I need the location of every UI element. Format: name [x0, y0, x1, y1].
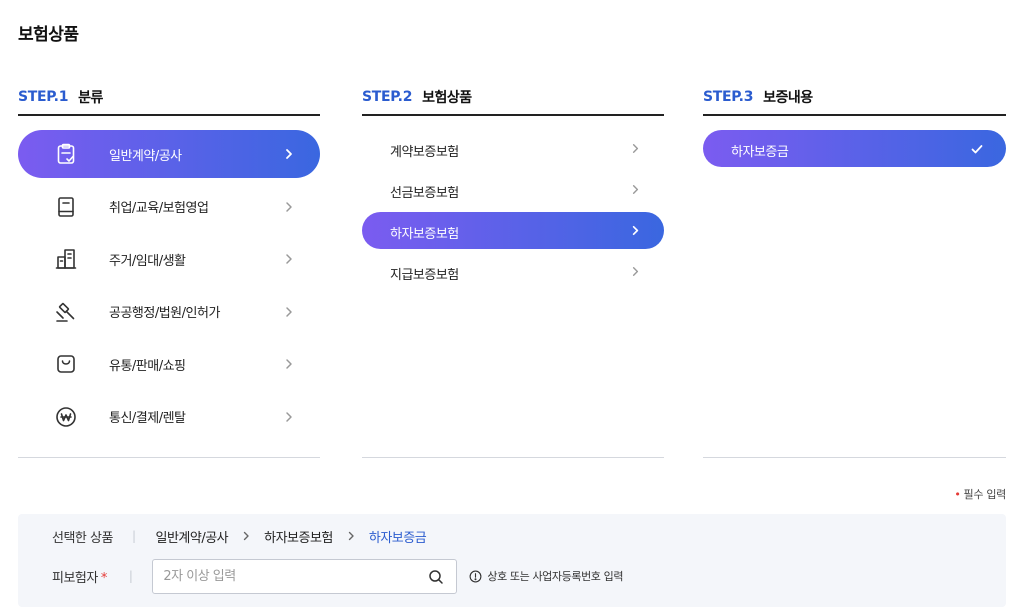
required-star: * — [100, 570, 108, 586]
step1-header: STEP.1 분류 — [18, 80, 320, 116]
insured-label: 피보험자 * — [52, 567, 107, 586]
insured-row: 피보험자* | 상호 또는 사업자등록번호 입력 — [52, 558, 623, 594]
insured-search-input[interactable] — [153, 559, 414, 593]
category-label: 취업/교육/보험영업 — [109, 201, 209, 216]
chevron-right-icon — [632, 144, 639, 153]
chevron-right-icon — [286, 359, 292, 369]
product-label: 하자보증보험 — [390, 227, 459, 242]
search-icon[interactable] — [428, 569, 444, 585]
chevron-right-icon — [286, 306, 292, 317]
check-icon — [971, 145, 983, 154]
breadcrumb-product: 하자보증보험 — [264, 530, 333, 546]
chevron-right-icon — [632, 225, 639, 236]
category-label: 주거/임대/생활 — [109, 253, 186, 269]
required-note: • 필수 입력 — [954, 486, 1006, 502]
product-list: 계약보증보험 선금보증보험 하자보증보험 지급보증보험 — [362, 130, 664, 290]
insured-hint: 상호 또는 사업자등록번호 입력 — [469, 568, 623, 584]
product-label: 선금보증보험 — [390, 186, 459, 201]
step-name: 보험상품 — [422, 90, 472, 106]
category-item-employment[interactable]: 취업/교육/보험영업 — [18, 183, 320, 231]
book-icon — [58, 196, 74, 217]
category-item-public-admin[interactable]: 공공행정/법원/인허가 — [18, 288, 320, 336]
coverage-label: 하자보증금 — [731, 145, 789, 160]
category-item-retail[interactable]: 유통/판매/쇼핑 — [18, 340, 320, 388]
category-label: 일반계약/공사 — [109, 148, 182, 164]
insured-label-text: 피보험자 — [52, 570, 98, 586]
step-number: STEP.1 — [18, 89, 69, 105]
category-label: 공공행정/법원/인허가 — [109, 306, 220, 321]
category-item-housing[interactable]: 주거/임대/생활 — [18, 235, 320, 283]
step3-column: STEP.3 보증내용 하자보증금 — [703, 80, 1006, 458]
breadcrumb-category: 일반계약/공사 — [155, 530, 229, 546]
selection-summary: 선택한 상품 | 일반계약/공사 하자보증보험 하자보증금 피보험자* | 상호… — [18, 514, 1006, 607]
breadcrumb-coverage: 하자보증금 — [368, 530, 427, 546]
step-number: STEP.3 — [703, 89, 754, 105]
chevron-right-icon — [286, 149, 292, 159]
step3-header: STEP.3 보증내용 — [703, 80, 1006, 116]
product-item-defect-bond[interactable]: 하자보증보험 — [362, 212, 664, 249]
page-title: 보험상품 — [18, 25, 79, 45]
category-list: 일반계약/공사 취업/교육/보험영업 주거/임대/생활 공공행정/법원/인허가 … — [18, 130, 320, 441]
divider: | — [128, 569, 133, 583]
step-number: STEP.2 — [362, 89, 413, 105]
chevron-right-icon — [632, 267, 639, 276]
chevron-right-icon — [286, 411, 292, 422]
category-label: 통신/결제/렌탈 — [109, 411, 186, 426]
required-dot: • — [954, 488, 961, 501]
category-label: 유통/판매/쇼핑 — [109, 358, 186, 374]
insured-search-box — [152, 558, 458, 594]
chevron-right-icon — [286, 254, 292, 264]
chevron-right-icon — [632, 185, 639, 194]
step2-header: STEP.2 보험상품 — [362, 80, 664, 116]
shopping-bag-icon — [57, 355, 75, 373]
step-name: 분류 — [78, 90, 103, 106]
gavel-icon — [56, 302, 75, 322]
chevron-right-icon — [286, 201, 292, 212]
step2-column: STEP.2 보험상품 계약보증보험 선금보증보험 하자보증보험 지급보증보험 — [362, 80, 664, 458]
category-item-telecom[interactable]: 통신/결제/렌탈 — [18, 393, 320, 441]
info-icon — [469, 570, 482, 582]
category-item-general-contract[interactable]: 일반계약/공사 — [18, 130, 320, 178]
step1-column: STEP.1 분류 일반계약/공사 취업/교육/보험영업 주거/임대/생활 공공… — [18, 80, 320, 458]
chevron-right-icon — [348, 531, 354, 541]
product-label: 계약보증보험 — [390, 145, 459, 160]
building-icon — [55, 249, 77, 269]
selected-product-row: 선택한 상품 | 일반계약/공사 하자보증보험 하자보증금 — [52, 526, 427, 546]
step-name: 보증내용 — [763, 90, 813, 106]
chevron-right-icon — [243, 531, 249, 541]
insured-hint-text: 상호 또는 사업자등록번호 입력 — [487, 570, 624, 583]
won-coin-icon — [56, 406, 76, 427]
required-note-text: 필수 입력 — [963, 488, 1007, 501]
product-item-payment-bond[interactable]: 지급보증보험 — [362, 253, 664, 290]
product-label: 지급보증보험 — [390, 268, 459, 283]
selected-product-label: 선택한 상품 — [52, 530, 113, 546]
coverage-list: 하자보증금 — [703, 130, 1006, 167]
product-item-advance-bond[interactable]: 선금보증보험 — [362, 171, 664, 208]
divider: | — [131, 529, 136, 543]
coverage-item-defect-deposit[interactable]: 하자보증금 — [703, 130, 1006, 167]
clipboard-check-icon — [57, 143, 75, 164]
product-item-contract-bond[interactable]: 계약보증보험 — [362, 130, 664, 167]
